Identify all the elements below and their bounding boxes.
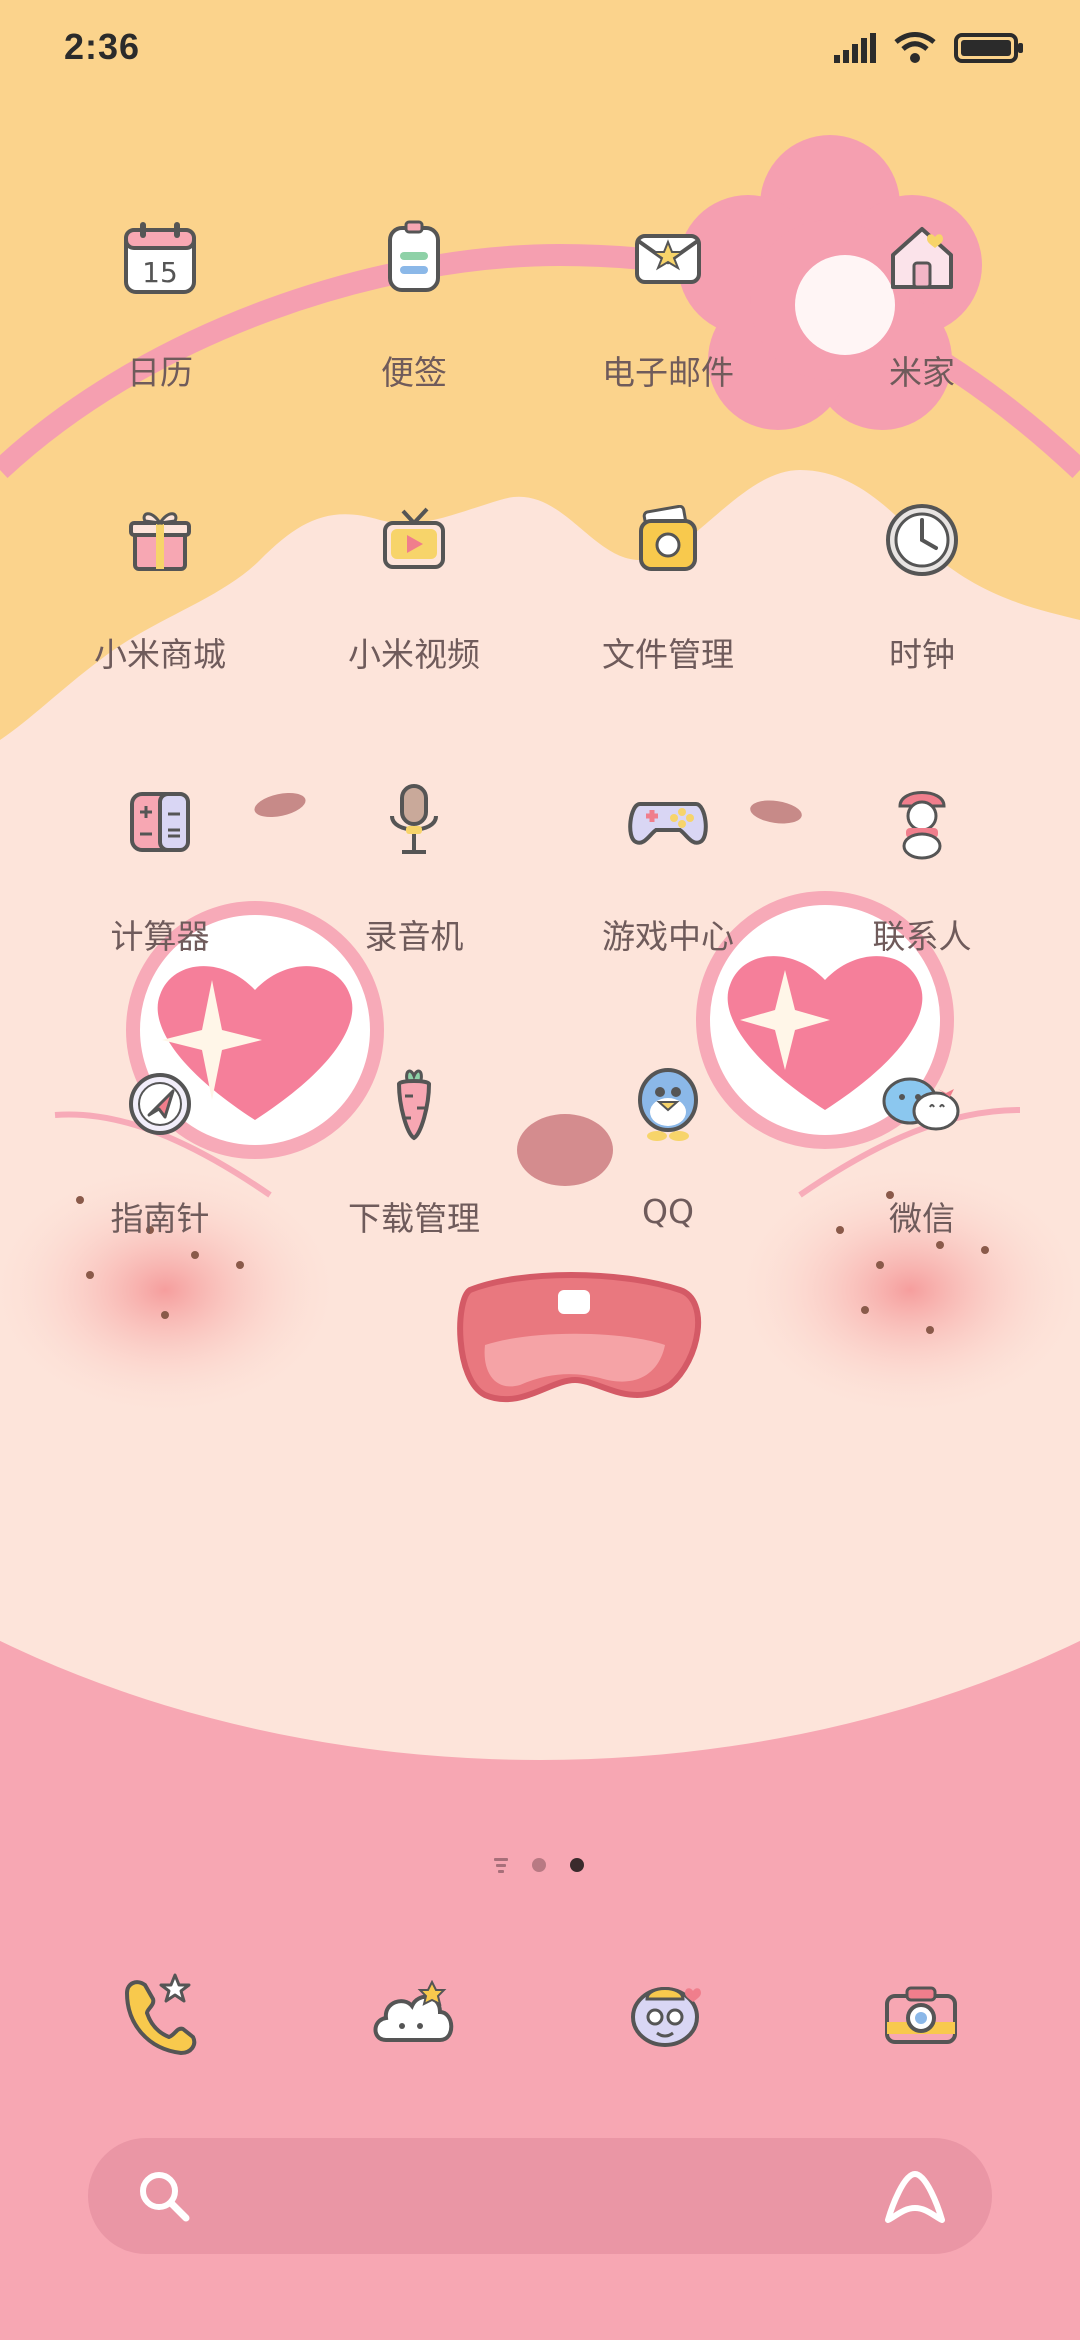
app-label: 联系人 <box>872 917 972 956</box>
compass-icon <box>112 1056 208 1152</box>
search-bar[interactable] <box>88 2138 992 2254</box>
app-label: 游戏中心 <box>602 917 734 956</box>
app-mi-video[interactable]: 小米视频 <box>304 492 524 676</box>
email-icon <box>620 210 716 306</box>
signal-icon <box>834 33 876 63</box>
app-qq[interactable]: QQ <box>558 1056 778 1231</box>
downloads-icon <box>366 1056 462 1152</box>
app-label: 日历 <box>127 353 193 392</box>
contacts-icon <box>874 774 970 870</box>
game-center-icon <box>620 774 716 870</box>
app-label: QQ <box>642 1192 694 1231</box>
dock-camera[interactable] <box>866 1960 976 2070</box>
wifi-icon <box>894 32 936 63</box>
recorder-icon <box>366 774 462 870</box>
file-manager-icon <box>620 492 716 588</box>
search-icon <box>140 2172 190 2222</box>
mi-store-icon <box>112 492 208 588</box>
app-contacts[interactable]: 联系人 <box>812 774 1032 958</box>
battery-icon <box>954 33 1023 63</box>
app-label: 便签 <box>381 353 447 392</box>
page-dot-active <box>570 1858 584 1872</box>
dock-weather[interactable] <box>358 1960 468 2070</box>
app-recorder[interactable]: 录音机 <box>304 774 524 958</box>
page-indicator[interactable] <box>0 1855 1080 1875</box>
calendar-icon: 15 <box>112 210 208 306</box>
app-label: 时钟 <box>889 635 955 674</box>
notes-icon <box>366 210 462 306</box>
app-label: 指南针 <box>110 1199 210 1238</box>
app-label: 米家 <box>889 353 955 392</box>
dock-messages[interactable] <box>612 1960 722 2070</box>
mi-video-icon <box>366 492 462 588</box>
app-label: 小米商城 <box>94 635 226 674</box>
app-compass[interactable]: 指南针 <box>50 1056 270 1240</box>
app-label: 录音机 <box>364 917 464 956</box>
app-label: 文件管理 <box>602 635 734 674</box>
app-mi-home[interactable]: 米家 <box>812 210 1032 394</box>
status-icons <box>834 28 1024 68</box>
dock-phone[interactable] <box>104 1960 214 2070</box>
app-email[interactable]: 电子邮件 <box>558 210 778 394</box>
app-downloads[interactable]: 下载管理 <box>304 1056 524 1240</box>
wechat-icon <box>874 1056 970 1152</box>
app-clock[interactable]: 时钟 <box>812 492 1032 676</box>
app-wechat[interactable]: 微信 <box>812 1056 1032 1240</box>
app-game-center[interactable]: 游戏中心 <box>558 774 778 958</box>
app-notes[interactable]: 便签 <box>304 210 524 394</box>
mi-home-icon <box>874 210 970 306</box>
app-label: 电子邮件 <box>602 353 734 392</box>
assistant-icon[interactable] <box>882 2166 948 2226</box>
messages-icon <box>631 1987 701 2047</box>
clock-icon <box>874 492 970 588</box>
app-label: 微信 <box>889 1199 955 1238</box>
app-label: 下载管理 <box>348 1199 480 1238</box>
app-calendar[interactable]: 15 日历 <box>50 210 270 394</box>
phone-icon <box>125 1973 197 2055</box>
calendar-date: 15 <box>142 256 178 289</box>
app-calculator[interactable]: 计算器 <box>50 774 270 958</box>
qq-icon <box>620 1056 716 1152</box>
app-file-manager[interactable]: 文件管理 <box>558 492 778 676</box>
camera-icon <box>885 1986 957 2044</box>
feed-indicator-icon <box>494 1858 508 1873</box>
app-label: 小米视频 <box>348 635 480 674</box>
app-mi-store[interactable]: 小米商城 <box>50 492 270 676</box>
page-dot <box>532 1858 546 1872</box>
weather-icon <box>373 1980 454 2042</box>
status-time: 2:36 <box>64 26 141 67</box>
app-label: 计算器 <box>110 917 210 956</box>
calculator-icon <box>112 774 208 870</box>
dock <box>0 1960 1080 2080</box>
status-bar: 2:36 <box>0 0 1080 96</box>
